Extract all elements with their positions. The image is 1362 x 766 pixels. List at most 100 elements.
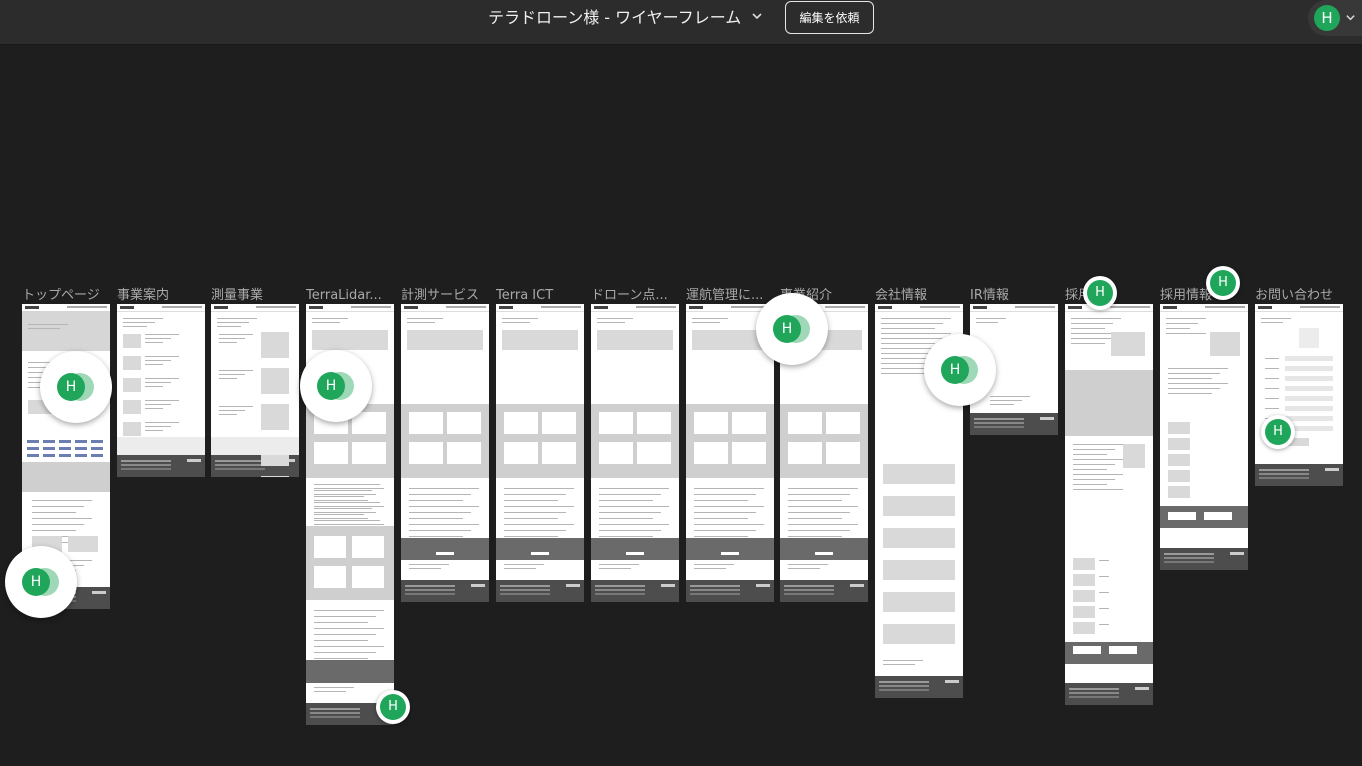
wireframe-text-line bbox=[881, 323, 943, 324]
frame-label[interactable]: 会社情報 bbox=[875, 287, 963, 305]
wireframe-text-line bbox=[219, 342, 237, 343]
wireframe-text-line bbox=[1265, 398, 1279, 399]
collaborator-cursor[interactable]: H bbox=[376, 690, 410, 724]
wireframe-text-line bbox=[694, 536, 748, 537]
collaborator-avatar[interactable]: H bbox=[941, 356, 969, 384]
document-title[interactable]: テラドローン様 - ワイヤーフレーム bbox=[488, 7, 741, 29]
collaborator-cursor[interactable]: H bbox=[1206, 266, 1240, 300]
wireframe-text-line bbox=[145, 422, 179, 423]
wireframe-block bbox=[59, 447, 71, 450]
wireframe-nav bbox=[401, 304, 489, 312]
collaborator-avatar[interactable]: H bbox=[380, 694, 406, 720]
wireframe-card bbox=[637, 442, 671, 464]
wireframe-block bbox=[27, 440, 39, 443]
wireframe-text-line bbox=[1073, 464, 1115, 465]
wireframe-dark-section bbox=[591, 538, 679, 560]
wireframe-text-line bbox=[314, 518, 368, 519]
wireframe-footer bbox=[780, 580, 868, 602]
wireframe-dark-section bbox=[306, 660, 394, 682]
wireframe-block bbox=[1073, 558, 1095, 570]
wireframe-text-line bbox=[312, 322, 340, 323]
wireframe-nav bbox=[591, 304, 679, 312]
wireframe-text-line bbox=[314, 490, 372, 491]
frame-label[interactable]: TerraLidar... bbox=[306, 287, 394, 305]
collaborator-avatar[interactable]: H bbox=[773, 315, 801, 343]
page-frame[interactable] bbox=[686, 304, 774, 602]
wireframe-block bbox=[1285, 386, 1333, 391]
wireframe-text-line bbox=[694, 488, 764, 489]
wireframe-text-line bbox=[314, 488, 384, 489]
collaborator-avatar[interactable]: H bbox=[317, 372, 345, 400]
wireframe-text-line bbox=[504, 524, 574, 525]
wireframe-block bbox=[27, 447, 39, 450]
frame-label[interactable]: お問い合わせ bbox=[1255, 287, 1343, 305]
wireframe-text-line bbox=[409, 564, 449, 565]
user-avatar[interactable]: H bbox=[1314, 5, 1340, 31]
wireframe-card bbox=[504, 442, 538, 464]
collaborator-cursor[interactable]: H bbox=[1083, 276, 1117, 310]
collaborator-cursor[interactable]: H bbox=[1261, 415, 1295, 449]
wireframe-footer bbox=[686, 580, 774, 602]
wireframe-text-line bbox=[599, 564, 639, 565]
frame-label[interactable]: Terra ICT bbox=[496, 287, 584, 305]
frame-label[interactable]: IR情報 bbox=[970, 287, 1058, 305]
wireframe-text-line bbox=[599, 512, 661, 513]
collaborator-cursor[interactable]: H bbox=[40, 351, 112, 423]
frame-label[interactable]: 計測サービス bbox=[401, 287, 489, 305]
wireframe-text-line bbox=[145, 426, 171, 427]
collaborator-cursor[interactable]: H bbox=[5, 546, 77, 618]
wireframe-card bbox=[352, 536, 384, 558]
wireframe-card bbox=[1073, 646, 1101, 654]
wireframe-text-line bbox=[1168, 368, 1228, 369]
chevron-down-icon[interactable] bbox=[751, 10, 763, 22]
collaborator-avatar[interactable]: H bbox=[1210, 270, 1236, 296]
wireframe-card bbox=[314, 442, 348, 464]
wireframe-text-line bbox=[314, 687, 354, 688]
wireframe-card bbox=[599, 412, 633, 434]
wireframe-text-line bbox=[32, 500, 92, 501]
wireframe-text-line bbox=[1166, 323, 1198, 324]
page-frame[interactable] bbox=[591, 304, 679, 602]
frame-label[interactable]: 事業案内 bbox=[117, 287, 205, 305]
wireframe-text-line bbox=[1073, 489, 1123, 490]
wireframe-block bbox=[1285, 366, 1333, 371]
chevron-down-icon[interactable] bbox=[1345, 12, 1356, 23]
page-frame[interactable] bbox=[496, 304, 584, 602]
collaborator-avatar[interactable]: H bbox=[57, 373, 85, 401]
page-frame[interactable] bbox=[1065, 304, 1153, 705]
frame-label[interactable]: 測量事業 bbox=[211, 287, 299, 305]
frame-label[interactable]: ドローン点... bbox=[591, 287, 679, 305]
wireframe-card bbox=[504, 412, 538, 434]
page-frame[interactable] bbox=[1160, 304, 1248, 570]
wireframe-text-line bbox=[1168, 373, 1220, 374]
wireframe-card bbox=[599, 442, 633, 464]
collaborator-avatar[interactable]: H bbox=[1265, 419, 1291, 445]
wireframe-text-line bbox=[145, 400, 179, 401]
wireframe-block bbox=[261, 476, 289, 477]
page-frame[interactable] bbox=[117, 304, 205, 477]
page-frame[interactable] bbox=[401, 304, 489, 602]
collaborator-cursor[interactable]: H bbox=[924, 334, 996, 406]
wireframe-block bbox=[75, 440, 87, 443]
collaborator-cursor[interactable]: H bbox=[300, 350, 372, 422]
wireframe-block bbox=[1285, 376, 1333, 381]
wireframe-card bbox=[826, 442, 860, 464]
wireframe-block bbox=[1168, 454, 1190, 466]
user-menu[interactable]: H bbox=[1308, 0, 1362, 36]
wireframe-block bbox=[59, 454, 71, 457]
frame-label[interactable]: 運航管理に... bbox=[686, 287, 774, 305]
collaborator-cursor[interactable]: H bbox=[756, 293, 828, 365]
frame-label[interactable]: トップページ bbox=[22, 287, 110, 305]
wireframe-block bbox=[883, 592, 955, 612]
page-frame[interactable] bbox=[1255, 304, 1343, 486]
wireframe-footer bbox=[1065, 683, 1153, 705]
wireframe-nav bbox=[306, 304, 394, 312]
page-frame[interactable] bbox=[211, 304, 299, 477]
wireframe-block bbox=[59, 440, 71, 443]
request-edit-button[interactable]: 編集を依頼 bbox=[785, 1, 874, 34]
wireframe-text-line bbox=[504, 530, 566, 531]
wireframe-text-line bbox=[502, 318, 538, 319]
collaborator-avatar[interactable]: H bbox=[22, 568, 50, 596]
collaborator-avatar[interactable]: H bbox=[1087, 280, 1113, 306]
wireframe-text-line bbox=[1099, 592, 1109, 593]
